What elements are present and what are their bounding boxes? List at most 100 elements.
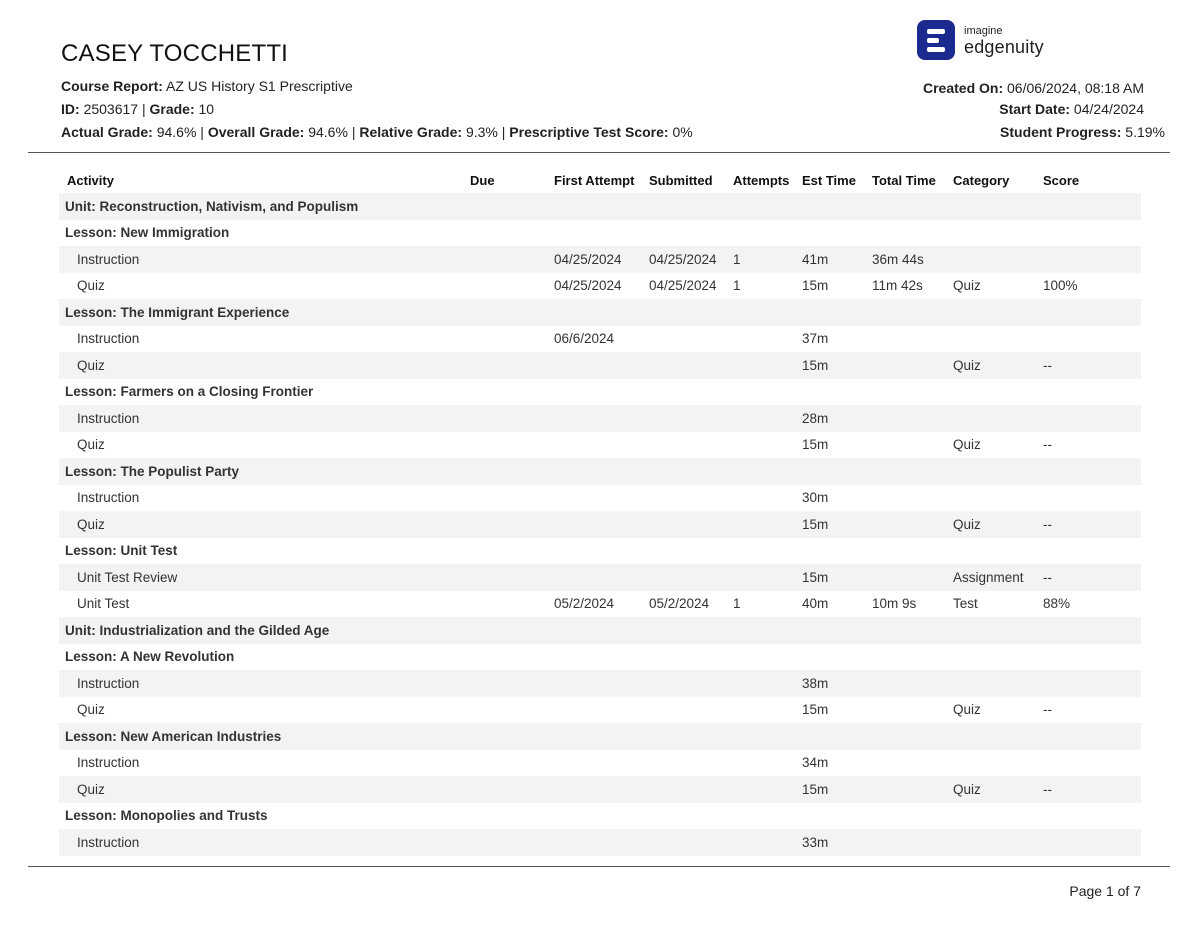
start-date-label: Start Date: (999, 101, 1071, 117)
cell-score: -- (1043, 437, 1052, 453)
cell-first-attempt (554, 776, 649, 803)
cell-score (1043, 246, 1141, 273)
col-activity: Activity (67, 172, 114, 188)
section-heading: Lesson: New Immigration (65, 225, 230, 241)
table-row: Quiz 15m Quiz -- (59, 511, 1141, 538)
cell-score: -- (1043, 564, 1141, 591)
section-heading: Unit: Industrialization and the Gilded A… (59, 617, 1141, 644)
cell-first-attempt (554, 432, 649, 459)
cell-due (470, 564, 554, 591)
cell-submitted (649, 564, 733, 591)
footer-divider (28, 866, 1170, 867)
cell-est-time: 40m (802, 596, 829, 612)
created-on-label: Created On: (922, 80, 1004, 96)
table-body: Unit: Reconstruction, Nativism, and Popu… (59, 193, 1141, 856)
table-row: Unit Test 05/2/2024 05/2/2024 1 40m 10m 9s Tes… (59, 591, 1141, 618)
cell-attempts (733, 326, 802, 353)
logo-imagine-text: imagine (964, 25, 1003, 37)
cell-score: -- (1043, 702, 1052, 718)
cell-due (470, 352, 554, 379)
section-heading-row: Lesson: The Populist Party (59, 458, 1141, 485)
cell-submitted (649, 697, 733, 724)
section-heading: Unit: Reconstruction, Nativism, and Popu… (59, 193, 1141, 220)
student-name: CASEY TOCCHETTI (61, 40, 289, 67)
cell-total-time: 36m 44s (872, 246, 953, 273)
cell-total-time (872, 511, 953, 538)
section-heading-row: Lesson: Monopolies and Trusts (59, 803, 1141, 830)
cell-activity: Unit Test (77, 596, 130, 612)
table-row: Quiz 04/25/2024 04/25/2024 1 15m 11m 42s Quiz 1… (59, 273, 1141, 300)
cell-attempts (733, 776, 802, 803)
cell-score: -- (1043, 352, 1141, 379)
cell-first-attempt (554, 697, 649, 724)
cell-total-time (872, 485, 953, 512)
cell-category: Quiz (953, 702, 981, 718)
cell-score (1043, 405, 1141, 432)
cell-submitted (649, 750, 733, 777)
cell-first-attempt (554, 352, 649, 379)
section-heading-row: Lesson: The Immigrant Experience (59, 299, 1141, 326)
cell-est-time: 30m (802, 490, 829, 506)
overall-grade-value: 94.6% (308, 124, 348, 140)
cell-activity: Unit Test Review (59, 564, 470, 591)
cell-due (470, 432, 554, 459)
section-heading-row: Unit: Industrialization and the Gilded A… (59, 617, 1141, 644)
separator: | (501, 124, 506, 140)
cell-submitted (649, 326, 733, 353)
cell-submitted (649, 776, 733, 803)
cell-attempts (733, 432, 802, 459)
cell-category (953, 829, 1043, 856)
cell-due (470, 405, 554, 432)
section-heading: Lesson: Farmers on a Closing Frontier (65, 384, 314, 400)
cell-category: Quiz (953, 352, 1043, 379)
student-progress-line: Student Progress: 5.19% (1000, 124, 1165, 140)
cell-total-time (872, 405, 953, 432)
cell-total-time (872, 750, 953, 777)
cell-submitted: 04/25/2024 (649, 278, 717, 294)
cell-submitted (649, 670, 733, 697)
section-heading-row: Unit: Reconstruction, Nativism, and Popu… (59, 193, 1141, 220)
table-row: Instruction 30m (59, 485, 1141, 512)
cell-attempts (733, 697, 802, 724)
cell-submitted (649, 485, 733, 512)
cell-activity: Quiz (59, 352, 470, 379)
table-row: Instruction 06/6/2024 37m (59, 326, 1141, 353)
col-submitted: Submitted (649, 172, 713, 188)
cell-submitted (649, 511, 733, 538)
overall-grade-label: Overall Grade: (207, 124, 305, 140)
cell-attempts (733, 829, 802, 856)
section-heading-row: Lesson: Farmers on a Closing Frontier (59, 379, 1141, 406)
cell-due (470, 326, 554, 353)
cell-first-attempt: 06/6/2024 (554, 331, 615, 347)
cell-est-time: 34m (802, 755, 829, 771)
table-row: Quiz 15m Quiz -- (59, 432, 1141, 459)
cell-submitted (649, 829, 733, 856)
cell-activity: Quiz (59, 511, 470, 538)
table-row: Instruction 38m (59, 670, 1141, 697)
cell-score: -- (1043, 511, 1141, 538)
cell-activity: Instruction (59, 829, 470, 856)
cell-first-attempt (554, 750, 649, 777)
section-heading: Lesson: A New Revolution (65, 649, 235, 665)
cell-score (1043, 750, 1141, 777)
cell-activity: Quiz (59, 776, 470, 803)
cell-est-time: 41m (802, 246, 872, 273)
section-heading: Lesson: The Immigrant Experience (59, 299, 1141, 326)
cell-due (470, 697, 554, 724)
cell-first-attempt (554, 511, 649, 538)
cell-attempts (733, 670, 802, 697)
cell-category (953, 326, 1043, 353)
section-heading: Lesson: Monopolies and Trusts (65, 808, 268, 824)
cell-est-time: 15m (802, 776, 872, 803)
section-heading-row: Lesson: A New Revolution (59, 644, 1141, 671)
cell-first-attempt (554, 405, 649, 432)
cell-score: 100% (1043, 278, 1078, 294)
header-divider (28, 152, 1170, 153)
cell-total-time (872, 326, 953, 353)
col-first-attempt: First Attempt (554, 172, 635, 188)
cell-total-time (872, 829, 953, 856)
col-attempts: Attempts (733, 172, 790, 188)
cell-total-time (872, 352, 953, 379)
cell-total-time (872, 564, 953, 591)
created-on-line: Created On: 06/06/2024, 08:18 AM (923, 80, 1144, 96)
